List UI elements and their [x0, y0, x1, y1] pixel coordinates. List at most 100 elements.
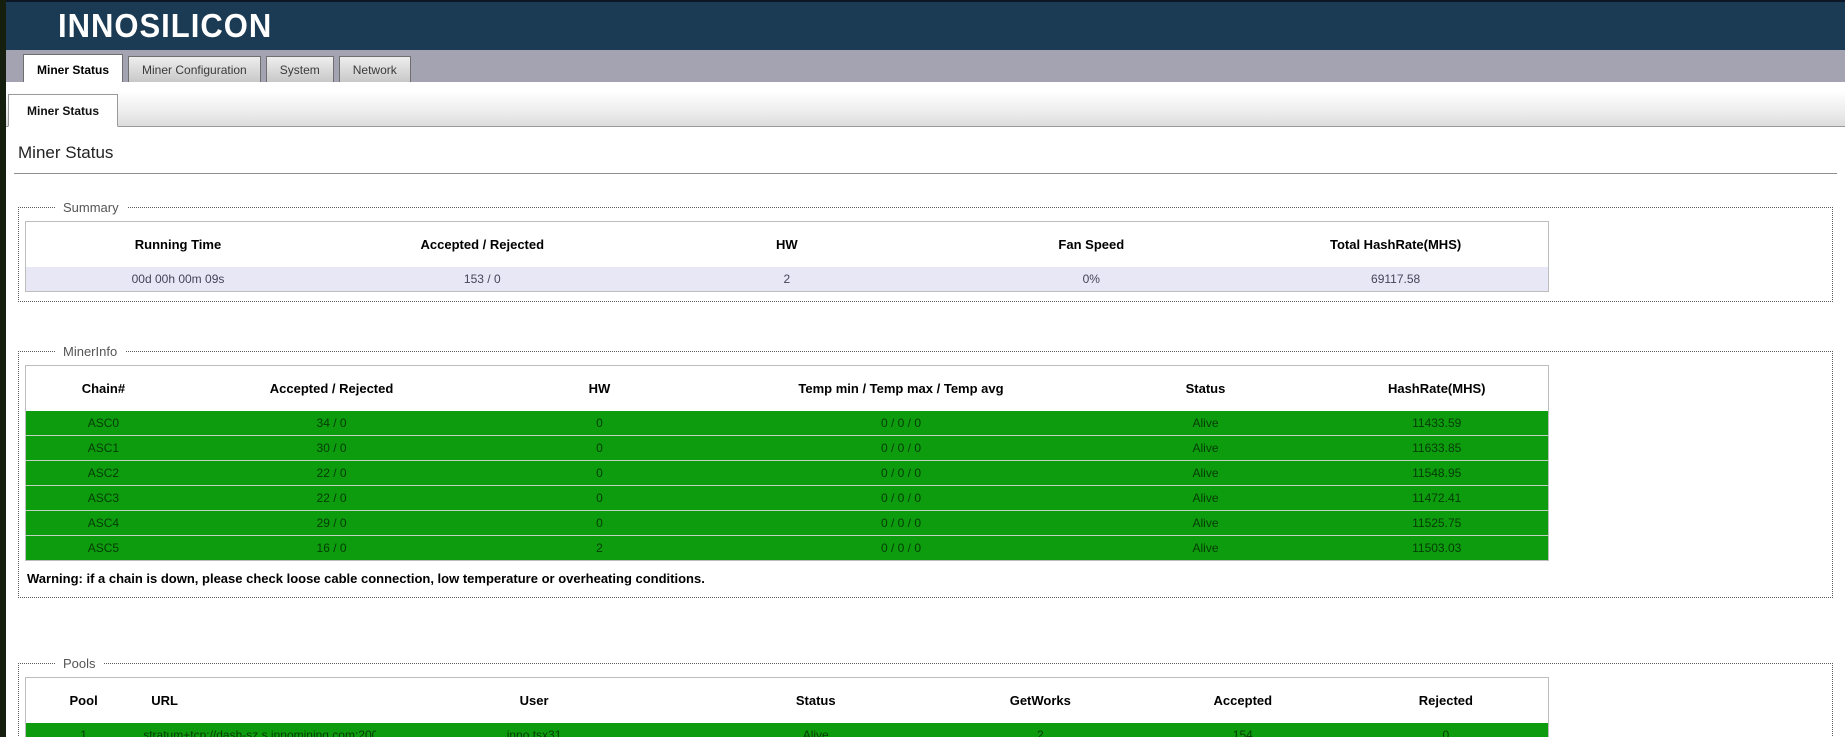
cell-accepted-rejected: 153 / 0: [463, 272, 501, 286]
pools-table: Pool URL User Status GetWorks Accepted Rejecte…: [25, 677, 1549, 737]
miner-info-legend: MinerInfo: [63, 344, 118, 359]
brand-header: INNOSILICON: [6, 0, 1845, 50]
title-divider: [14, 173, 1837, 174]
column-header-getworks: GetWorks: [939, 677, 1142, 723]
row-00d 00h 00m 09s: 00d 00h 00m 09s 153 / 0 2 0% 69117.58: [25, 267, 1549, 292]
page-content: Miner Status Summary Running Time Accepte…: [6, 143, 1845, 737]
row-asc0: ASC0 34 / 000 / 0 / 0 Alive 11433.59: [25, 411, 1549, 436]
column-header-status: Status: [692, 677, 940, 723]
cell-chain: ASC1: [25, 435, 181, 461]
cell-chain: ASC4: [25, 510, 181, 536]
tab-miner-configuration[interactable]: Miner Configuration: [128, 56, 261, 82]
column-header-user: User: [375, 677, 693, 723]
cell-status: Alive: [1085, 485, 1326, 511]
window-edge-strip: [0, 0, 6, 737]
cell-chain: ASC3: [25, 485, 181, 511]
miner-dashboard: INNOSILICON Miner Status Miner Configurat…: [6, 0, 1845, 737]
sub-tab-bar: Miner Status: [6, 82, 1845, 127]
subtab-miner-status[interactable]: Miner Status: [8, 94, 119, 127]
row-1: 1 stratum+tcp://dash-sz.s.innomining.com:…: [25, 723, 1549, 737]
column-header-hw: HW: [634, 221, 940, 267]
column-header-accepted-rejected: Accepted / Rejected: [330, 221, 635, 267]
column-header-hashrate-mhs: HashRate(MHS): [1325, 365, 1549, 411]
summary-section: Summary Running Time Accepted / Rejected H…: [18, 200, 1833, 302]
pools-legend: Pools: [63, 656, 96, 671]
miner-info-table: Chain# Accepted / Rejected HW Temp min / Te…: [25, 365, 1549, 561]
row-asc3: ASC3 22 / 000 / 0 / 0 Alive 11472.41: [25, 485, 1549, 511]
column-header-accepted: Accepted: [1141, 677, 1345, 723]
column-header-chain: Chain#: [25, 365, 181, 411]
row-asc5: ASC5 16 / 0 2 0 / 0 / 0 Alive 11503.03: [25, 535, 1549, 561]
cell-hashrate-mhs: 11472.41: [1325, 485, 1549, 511]
cell-accepted-rejected: 22 / 0: [180, 460, 483, 486]
cell-hw: 0: [482, 510, 717, 536]
cell-temp-min-temp-max-temp-avg: 0 / 0 / 0: [716, 411, 1086, 436]
row-asc4: ASC4 29 / 000 / 0 / 0 Alive 11525.75: [25, 510, 1549, 536]
cell-chain: ASC5: [87, 541, 120, 555]
cell-temp-min-temp-max-temp-avg: 0 / 0 / 0: [716, 435, 1086, 461]
header-row: Pool URL User Status GetWorks Accepted Rejecte…: [25, 677, 1549, 723]
cell-status: Alive: [1085, 460, 1326, 486]
column-header-pool: Pool: [25, 677, 142, 723]
column-header-accepted-rejected: Accepted / Rejected: [180, 365, 483, 411]
tab-miner-status[interactable]: Miner Status: [23, 54, 124, 82]
cell-status: Alive: [802, 728, 829, 737]
cell-url: stratum+tcp://dash-sz.s.innomining.com:2…: [143, 728, 376, 737]
cell-accepted: 154: [1232, 728, 1253, 737]
main-tabs-container: Miner Status Miner Configuration System Net…: [23, 54, 416, 82]
cell-hw: 0: [482, 411, 717, 436]
cell-status: Alive: [1085, 411, 1326, 436]
column-header-temp-min-temp-max-temp-avg: Temp min / Temp max / Temp avg: [716, 365, 1086, 411]
cell-status: Alive: [1085, 435, 1326, 461]
cell-fan-speed: 0%: [1082, 272, 1100, 286]
cell-chain: ASC2: [25, 460, 181, 486]
miner-info-section: MinerInfo Chain# Accepted / Rejected HW Tem…: [18, 344, 1833, 598]
cell-hashrate-mhs: 11433.59: [1325, 411, 1549, 436]
header-row: Running Time Accepted / Rejected HW Fan Spe…: [25, 221, 1549, 267]
column-header-hw: HW: [482, 365, 717, 411]
cell-hashrate-mhs: 11548.95: [1325, 460, 1549, 486]
cell-running-time: 00d 00h 00m 09s: [131, 272, 225, 286]
cell-temp-min-temp-max-temp-avg: 0 / 0 / 0: [716, 460, 1086, 486]
cell-temp-min-temp-max-temp-avg: 0 / 0 / 0: [880, 541, 921, 555]
column-header-fan-speed: Fan Speed: [939, 221, 1244, 267]
cell-hashrate-mhs: 11503.03: [1412, 541, 1462, 555]
tab-system[interactable]: System: [265, 56, 334, 82]
column-header-total-hashrate-mhs: Total HashRate(MHS): [1243, 221, 1549, 267]
row-asc1: ASC1 30 / 000 / 0 / 0 Alive 11633.85: [25, 435, 1549, 461]
cell-user: inno.tsx31: [506, 728, 562, 737]
cell-accepted-rejected: 30 / 0: [180, 435, 483, 461]
main-tab-bar: Miner Status Miner Configuration System Net…: [6, 50, 1845, 82]
cell-total-hashrate-mhs: 69117.58: [1371, 272, 1421, 286]
column-header-url: URL: [141, 677, 376, 723]
cell-status: Alive: [1085, 510, 1326, 536]
cell-accepted-rejected: 22 / 0: [180, 485, 483, 511]
innosilicon-logo: INNOSILICON: [58, 6, 273, 45]
cell-status: Alive: [1192, 541, 1219, 555]
pools-section: Pools Pool URL User Status GetWorks Accepted R…: [18, 656, 1833, 737]
header-row: Chain# Accepted / Rejected HW Temp min / Te…: [25, 365, 1549, 411]
row-asc2: ASC2 22 / 000 / 0 / 0 Alive 11548.95: [25, 460, 1549, 486]
cell-hw: 2: [596, 541, 603, 555]
column-header-rejected: Rejected: [1344, 677, 1549, 723]
cell-rejected: 0: [1442, 728, 1450, 737]
cell-hw: 0: [482, 435, 717, 461]
column-header-status: Status: [1085, 365, 1326, 411]
cell-hashrate-mhs: 11525.75: [1325, 510, 1549, 536]
page-title: Miner Status: [18, 143, 114, 162]
summary-legend: Summary: [63, 200, 119, 215]
cell-hw: 0: [482, 485, 717, 511]
cell-hashrate-mhs: 11633.85: [1325, 435, 1549, 461]
chain-warning-text: Warning: if a chain is down, please chec…: [27, 571, 705, 586]
summary-table: Running Time Accepted / Rejected HW Fan Spe…: [25, 221, 1549, 292]
column-header-running-time: Running Time: [25, 221, 331, 267]
cell-accepted-rejected: 34 / 0: [180, 411, 483, 436]
cell-hw: 0: [482, 460, 717, 486]
cell-accepted-rejected: 29 / 0: [180, 510, 483, 536]
tab-network[interactable]: Network: [338, 56, 411, 82]
cell-temp-min-temp-max-temp-avg: 0 / 0 / 0: [716, 510, 1086, 536]
cell-getworks: 2: [1036, 728, 1044, 737]
cell-chain: ASC0: [25, 411, 181, 436]
cell-temp-min-temp-max-temp-avg: 0 / 0 / 0: [716, 485, 1086, 511]
cell-accepted-rejected: 16 / 0: [316, 541, 347, 555]
